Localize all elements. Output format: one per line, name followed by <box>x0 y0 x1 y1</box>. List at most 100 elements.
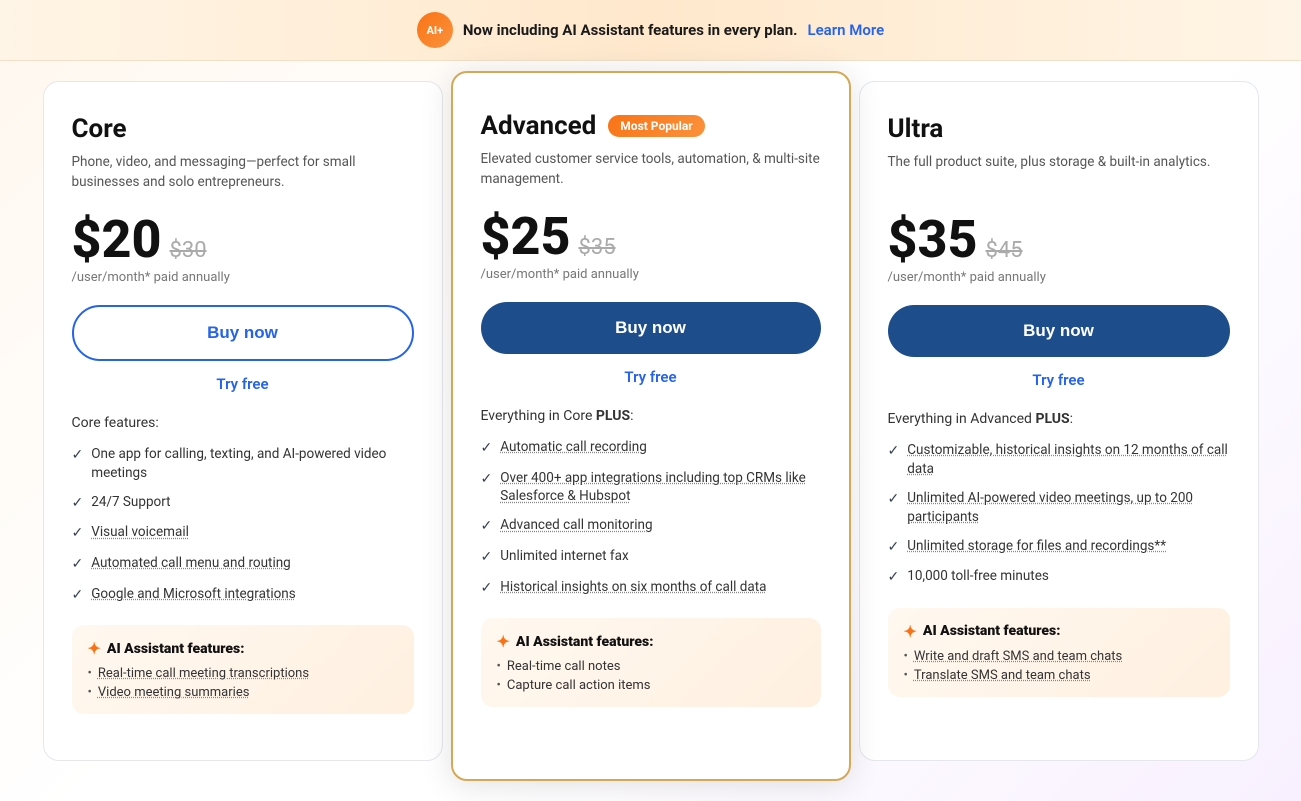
list-item: ✓ Customizable, historical insights on 1… <box>888 441 1230 479</box>
historical-insights-link[interactable]: Historical insights on six months of cal… <box>500 578 766 597</box>
advanced-price-row: $25 $35 <box>481 211 821 263</box>
ultra-price-current: $35 <box>888 214 978 266</box>
core-feature-list: ✓ One app for calling, texting, and AI-p… <box>72 445 414 605</box>
core-price-period: /user/month* paid annually <box>72 270 414 285</box>
integrations-link[interactable]: Over 400+ app integrations including top… <box>500 469 820 507</box>
advanced-plan-description: Elevated customer service tools, automat… <box>481 149 821 191</box>
advanced-price-original: $35 <box>578 235 615 260</box>
plan-card-advanced: Advanced Most Popular Elevated customer … <box>451 71 851 781</box>
advanced-ai-title: ✦ AI Assistant features: <box>497 632 805 651</box>
ultra-ai-title: ✦ AI Assistant features: <box>904 622 1214 641</box>
advanced-ai-feature-list: Real-time call notes Capture call action… <box>497 659 805 693</box>
ultra-feature-list: ✓ Customizable, historical insights on 1… <box>888 441 1230 588</box>
check-icon: ✓ <box>888 538 900 558</box>
announcement-banner: AI+ Now including AI Assistant features … <box>0 0 1301 61</box>
summaries-link[interactable]: Video meeting summaries <box>98 685 250 700</box>
list-item: Capture call action items <box>497 678 805 693</box>
historical-insights-link[interactable]: Customizable, historical insights on 12 … <box>907 441 1229 479</box>
pricing-plans-container: Core Phone, video, and messaging—perfect… <box>0 61 1301 801</box>
advanced-features-label: Everything in Core PLUS: <box>481 408 821 424</box>
core-title-row: Core <box>72 114 414 144</box>
check-icon: ✓ <box>72 446 84 466</box>
ultra-features-label: Everything in Advanced PLUS: <box>888 411 1230 427</box>
ultra-buy-button[interactable]: Buy now <box>888 305 1230 357</box>
ultra-title-row: Ultra <box>888 114 1230 144</box>
ai-star-icon: ✦ <box>904 622 917 641</box>
plan-card-ultra: Ultra The full product suite, plus stora… <box>859 81 1259 761</box>
list-item: ✓ 10,000 toll-free minutes <box>888 567 1230 588</box>
core-try-free-link[interactable]: Try free <box>72 375 414 393</box>
ultra-ai-section: ✦ AI Assistant features: Write and draft… <box>888 608 1230 697</box>
list-item: ✓ One app for calling, texting, and AI-p… <box>72 445 414 483</box>
ultra-try-free-link[interactable]: Try free <box>888 371 1230 389</box>
advanced-price-period: /user/month* paid annually <box>481 267 821 282</box>
ai-star-icon: ✦ <box>88 639 101 658</box>
check-icon: ✓ <box>481 579 493 599</box>
ai-star-icon: ✦ <box>497 632 510 651</box>
list-item: ✓ Visual voicemail <box>72 523 414 544</box>
advanced-feature-list: ✓ Automatic call recording ✓ Over 400+ a… <box>481 438 821 598</box>
check-icon: ✓ <box>888 568 900 588</box>
advanced-try-free-link[interactable]: Try free <box>481 368 821 386</box>
banner-message: Now including AI Assistant features in e… <box>463 21 798 39</box>
ultra-ai-feature-list: Write and draft SMS and team chats Trans… <box>904 649 1214 683</box>
learn-more-link[interactable]: Learn More <box>807 21 884 39</box>
call-monitoring-link[interactable]: Advanced call monitoring <box>500 516 652 535</box>
core-price-current: $20 <box>72 214 162 266</box>
ultra-plan-title: Ultra <box>888 114 944 144</box>
core-ai-section: ✦ AI Assistant features: Real-time call … <box>72 625 414 714</box>
check-icon: ✓ <box>481 517 493 537</box>
advanced-title-row: Advanced Most Popular <box>481 111 821 141</box>
transcriptions-link[interactable]: Real-time call meeting transcriptions <box>98 666 309 681</box>
core-buy-button[interactable]: Buy now <box>72 305 414 361</box>
check-icon: ✓ <box>72 586 84 606</box>
core-price-original: $30 <box>169 238 206 263</box>
core-plan-title: Core <box>72 114 127 144</box>
check-icon: ✓ <box>72 555 84 575</box>
advanced-ai-section: ✦ AI Assistant features: Real-time call … <box>481 618 821 707</box>
list-item: Real-time call meeting transcriptions <box>88 666 398 681</box>
ultra-price-original: $45 <box>985 238 1022 263</box>
core-plan-description: Phone, video, and messaging—perfect for … <box>72 152 414 194</box>
video-meetings-link[interactable]: Unlimited AI-powered video meetings, up … <box>907 489 1229 527</box>
ultra-plan-description: The full product suite, plus storage & b… <box>888 152 1230 194</box>
list-item: Real-time call notes <box>497 659 805 674</box>
call-menu-link[interactable]: Automated call menu and routing <box>91 554 291 573</box>
core-ai-feature-list: Real-time call meeting transcriptions Vi… <box>88 666 398 700</box>
ultra-price-period: /user/month* paid annually <box>888 270 1230 285</box>
core-features-label: Core features: <box>72 415 414 431</box>
check-icon: ✓ <box>72 494 84 514</box>
visual-voicemail-link[interactable]: Visual voicemail <box>91 523 189 542</box>
check-icon: ✓ <box>888 490 900 510</box>
ultra-price-row: $35 $45 <box>888 214 1230 266</box>
list-item: ✓ Advanced call monitoring <box>481 516 821 537</box>
list-item: ✓ Historical insights on six months of c… <box>481 578 821 599</box>
list-item: ✓ Google and Microsoft integrations <box>72 585 414 606</box>
write-sms-link[interactable]: Write and draft SMS and team chats <box>914 649 1122 664</box>
list-item: ✓ Unlimited AI-powered video meetings, u… <box>888 489 1230 527</box>
check-icon: ✓ <box>481 548 493 568</box>
advanced-price-current: $25 <box>481 211 571 263</box>
list-item: Write and draft SMS and team chats <box>904 649 1214 664</box>
check-icon: ✓ <box>72 524 84 544</box>
integrations-link[interactable]: Google and Microsoft integrations <box>91 585 296 604</box>
advanced-buy-button[interactable]: Buy now <box>481 302 821 354</box>
call-recording-link[interactable]: Automatic call recording <box>500 438 647 457</box>
translate-sms-link[interactable]: Translate SMS and team chats <box>914 668 1091 683</box>
ai-badge-icon: AI+ <box>417 12 453 48</box>
list-item: ✓ Over 400+ app integrations including t… <box>481 469 821 507</box>
check-icon: ✓ <box>888 442 900 462</box>
list-item: ✓ Automatic call recording <box>481 438 821 459</box>
storage-link[interactable]: Unlimited storage for files and recordin… <box>907 537 1166 556</box>
list-item: ✓ 24/7 Support <box>72 493 414 514</box>
list-item: Translate SMS and team chats <box>904 668 1214 683</box>
core-price-row: $20 $30 <box>72 214 414 266</box>
advanced-plan-title: Advanced <box>481 111 597 141</box>
check-icon: ✓ <box>481 439 493 459</box>
list-item: ✓ Unlimited storage for files and record… <box>888 537 1230 558</box>
core-ai-title: ✦ AI Assistant features: <box>88 639 398 658</box>
list-item: ✓ Automated call menu and routing <box>72 554 414 575</box>
most-popular-badge: Most Popular <box>608 115 704 137</box>
plan-card-core: Core Phone, video, and messaging—perfect… <box>43 81 443 761</box>
list-item: ✓ Unlimited internet fax <box>481 547 821 568</box>
